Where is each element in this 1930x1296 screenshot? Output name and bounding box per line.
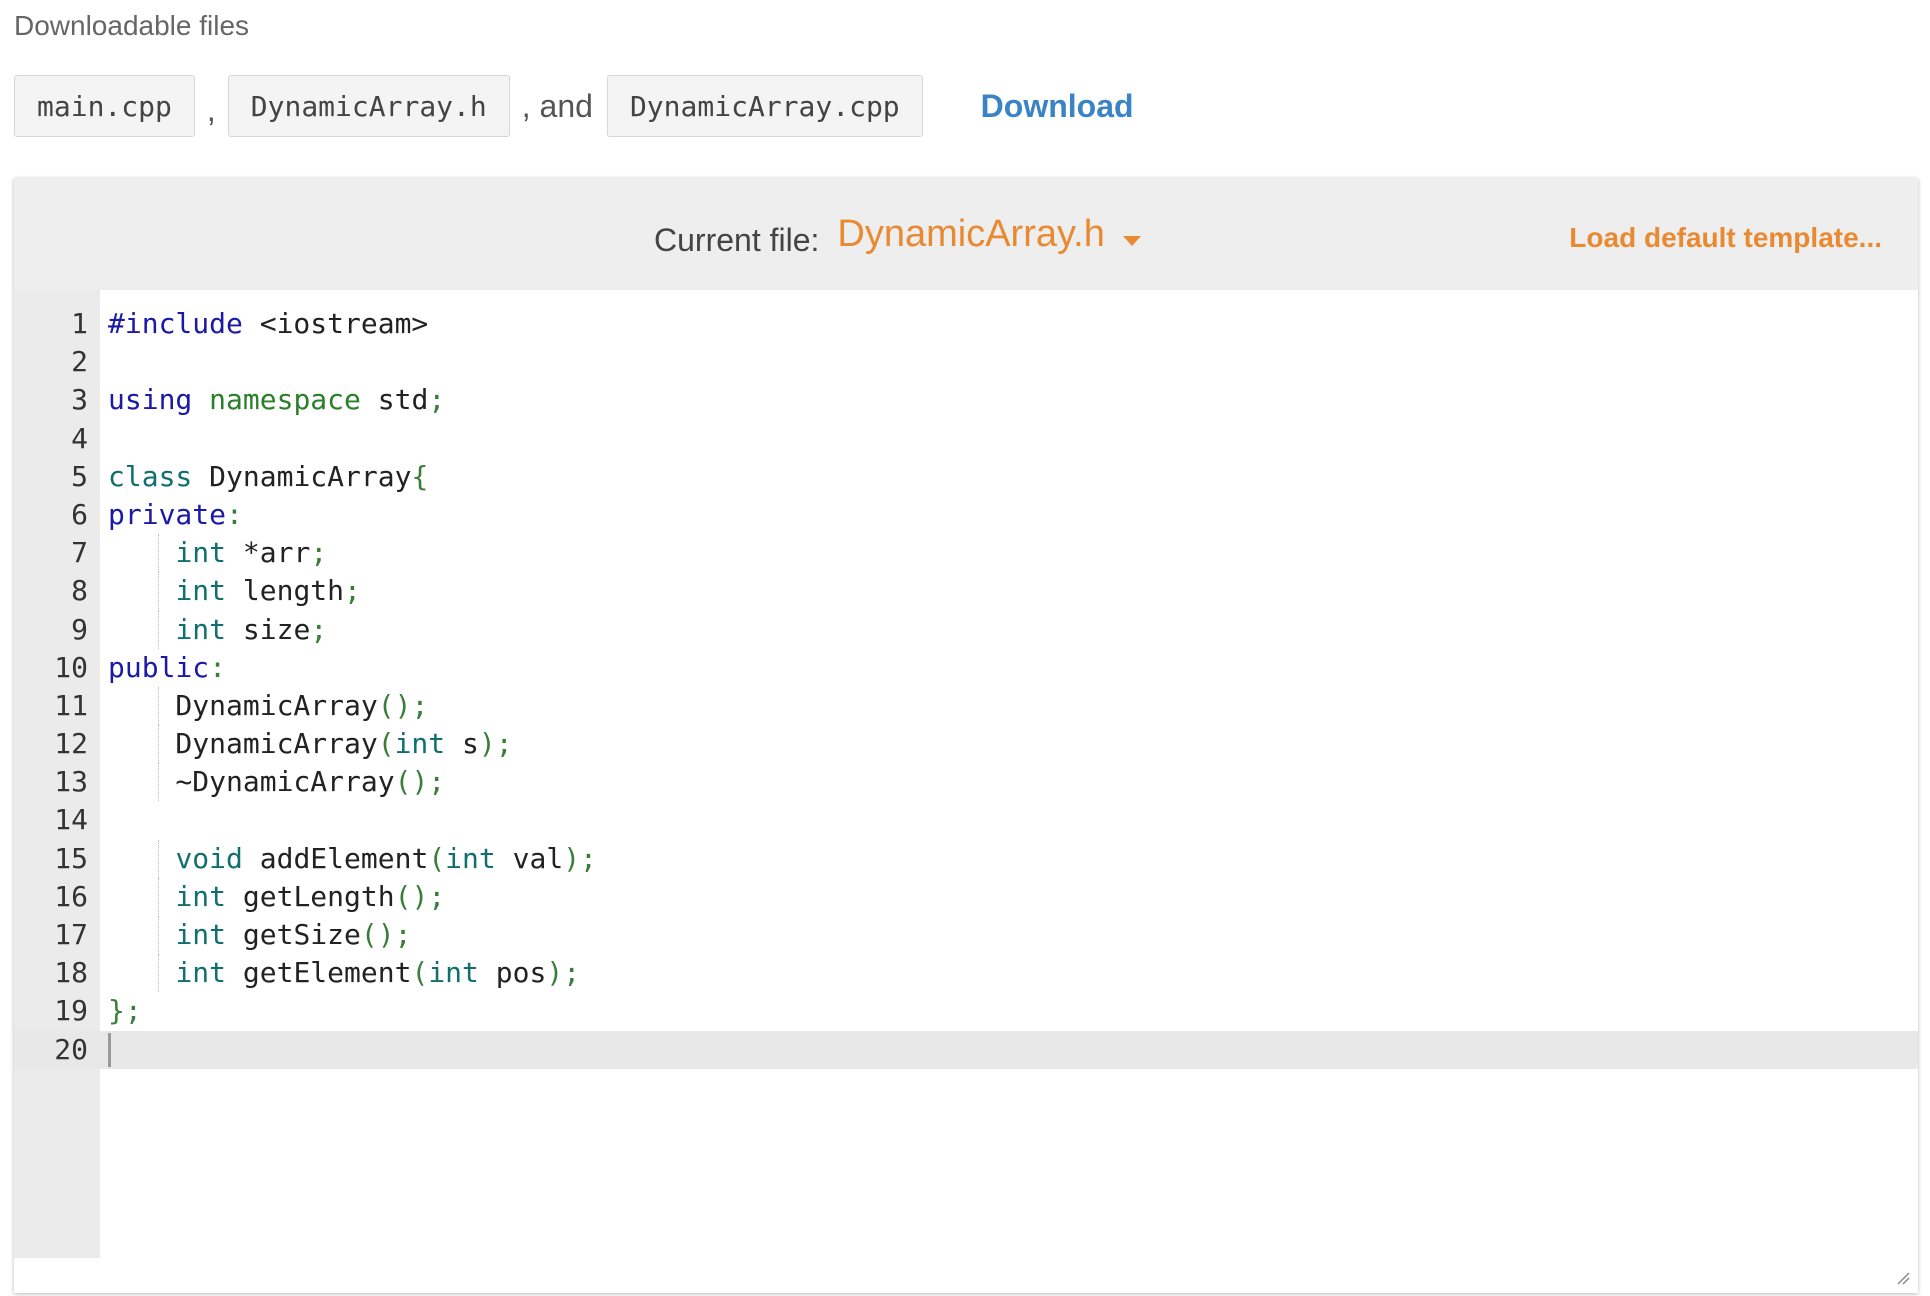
code-text: DynamicArray(); [108,688,429,722]
line-number: 17 [54,918,88,951]
code-text: }; [108,994,142,1028]
code-text: using namespace std; [108,383,446,417]
line-number: 6 [71,497,88,531]
code-line[interactable]: 17 int getSize(); [14,916,1918,955]
line-number: 14 [54,803,88,837]
code-line[interactable]: 12 DynamicArray(int s); [14,725,1918,764]
file-chip-dynamicarray-h[interactable]: DynamicArray.h [227,75,510,137]
code-line[interactable]: 13 ~DynamicArray(); [14,763,1918,802]
line-number: 12 [54,727,88,761]
code-line[interactable]: 20 [14,1030,1918,1069]
code-line[interactable]: 15 void addElement(int val); [14,839,1918,878]
code-line[interactable]: 4 [14,420,1918,458]
code-text: int getLength(); [175,879,446,913]
code-text: int *arr; [175,536,328,570]
text-cursor [108,1032,111,1067]
current-file-dropdown[interactable]: DynamicArray.h [837,212,1141,256]
downloadable-files-title: Downloadable files [14,10,250,41]
line-number: 19 [54,994,88,1028]
code-line[interactable]: 8 int length; [14,572,1918,611]
code-line[interactable]: 9 int size; [14,610,1918,649]
code-line[interactable]: 10 public: [14,649,1918,687]
code-text: void addElement(int val); [175,841,597,875]
code-text: ~DynamicArray(); [108,765,446,799]
editor-header: Current file: DynamicArray.h Load defaul… [14,178,1918,290]
line-number: 1 [71,307,88,340]
line-number: 11 [54,688,88,722]
code-line[interactable]: 1 #include <iostream> [14,305,1918,343]
line-number: 13 [54,765,88,799]
download-link[interactable]: Download [981,88,1134,125]
code-line[interactable]: 14 [14,801,1918,839]
file-separator: , [206,91,216,128]
line-number: 2 [71,345,88,379]
line-number: 16 [54,879,88,913]
code-line[interactable]: 16 int getLength(); [14,877,1918,916]
line-number: 8 [71,574,88,608]
code-text: public: [108,650,227,684]
code-text: int size; [175,612,328,646]
code-content[interactable]: 1 #include <iostream> 2 3 using namespace st… [14,305,1918,1069]
code-text: class DynamicArray{ [108,459,429,493]
line-number: 9 [71,612,88,646]
line-number: 3 [71,383,88,417]
code-line[interactable]: 3 using namespace std; [14,381,1918,419]
file-chip-main-cpp[interactable]: main.cpp [14,75,195,137]
code-line[interactable]: 6 private: [14,496,1918,534]
line-number: 4 [71,421,88,455]
line-number: 15 [54,841,88,875]
line-number: 10 [54,650,88,684]
files-row: main.cpp , DynamicArray.h , and DynamicA… [14,73,1134,139]
code-line[interactable]: 7 int *arr; [14,534,1918,573]
code-text: int getSize(); [175,918,412,951]
line-number: 18 [54,956,88,990]
code-editor: Current file: DynamicArray.h Load defaul… [14,178,1918,1293]
code-text: int getElement(int pos); [175,956,581,990]
caret-down-icon [1122,236,1141,246]
resize-grip-icon[interactable] [1896,1271,1910,1285]
code-line[interactable]: 19}; [14,992,1918,1030]
line-number: 7 [71,536,88,570]
code-text: DynamicArray(int s); [108,727,513,761]
code-line[interactable]: 5 class DynamicArray{ [14,458,1918,496]
code-text: private: [108,497,243,531]
load-default-template-button[interactable]: Load default template... [1569,178,1882,290]
current-file-label: Current file: [654,221,820,258]
code-text: int length; [175,574,361,608]
code-line[interactable]: 11 DynamicArray(); [14,686,1918,726]
line-number: 5 [71,459,88,493]
code-text: #include <iostream> [108,307,429,340]
code-line[interactable]: 18 int getElement(int pos); [14,954,1918,993]
code-line[interactable]: 2 [14,343,1918,381]
line-number: 20 [54,1032,88,1066]
current-file-selector: Current file: DynamicArray.h [654,178,1141,290]
file-separator-and: , and [521,87,593,124]
current-file-name: DynamicArray.h [837,212,1105,255]
file-chip-dynamicarray-cpp[interactable]: DynamicArray.cpp [606,75,923,137]
